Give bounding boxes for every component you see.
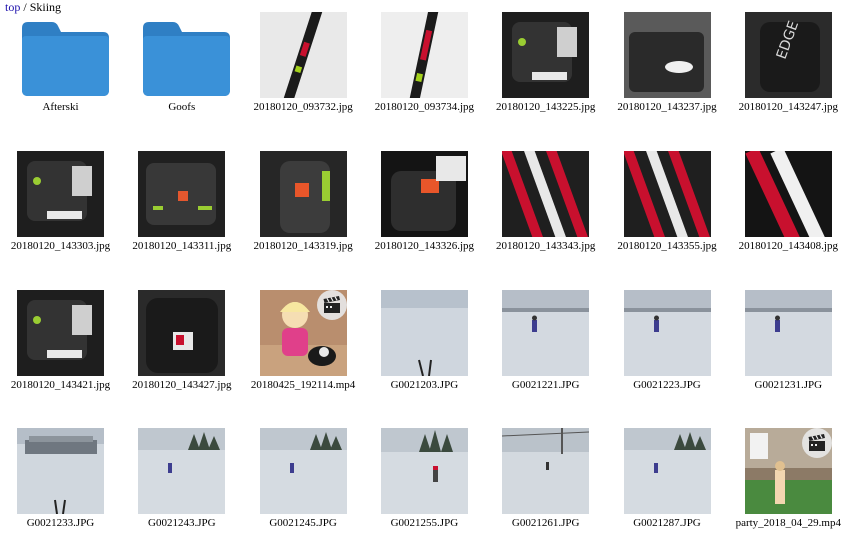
image-thumbnail	[259, 12, 347, 98]
file-name-label: G0021287.JPG	[633, 517, 701, 529]
file-name-label: G0021255.JPG	[390, 517, 459, 529]
folder-tile[interactable]: Afterski	[0, 0, 121, 134]
file-tile[interactable]: 20180120_143319.jpg	[243, 139, 364, 273]
file-tile[interactable]: 20180120_143408.jpg	[728, 139, 849, 273]
file-name-label: 20180120_143311.jpg	[132, 240, 232, 252]
image-thumbnail	[744, 290, 832, 376]
file-name-label: G0021245.JPG	[269, 517, 337, 529]
file-tile[interactable]: G0021243.JPG	[121, 416, 242, 550]
image-thumbnail	[502, 12, 590, 98]
file-name-label: Afterski	[42, 101, 79, 113]
file-name-label: G0021221.JPG	[511, 379, 580, 391]
file-tile[interactable]: 20180120_143355.jpg	[607, 139, 728, 273]
image-thumbnail	[380, 12, 468, 98]
file-tile[interactable]: 20180120_143427.jpg	[121, 278, 242, 412]
image-thumbnail	[623, 290, 711, 376]
file-tile[interactable]: 20180120_093734.jpg	[364, 0, 485, 134]
file-tile[interactable]: party_2018_04_29.mp4	[728, 416, 849, 550]
image-thumbnail: EDGE	[744, 12, 832, 98]
file-name-label: G0021231.JPG	[754, 379, 823, 391]
file-tile[interactable]: 20180120_143421.jpg	[0, 278, 121, 412]
file-tile[interactable]: 20180120_143225.jpg	[485, 0, 606, 134]
image-thumbnail	[502, 290, 590, 376]
file-name-label: 20180120_143247.jpg	[738, 101, 838, 113]
file-name-label: G0021233.JPG	[26, 517, 95, 529]
image-thumbnail	[138, 151, 226, 237]
file-name-label: 20180120_093732.jpg	[253, 101, 353, 113]
image-thumbnail	[744, 151, 832, 237]
file-name-label: 20180120_143303.jpg	[10, 240, 111, 252]
image-thumbnail	[380, 428, 468, 514]
file-name-label: 20180120_143427.jpg	[132, 379, 232, 391]
folder-icon	[22, 20, 109, 96]
file-name-label: G0021261.JPG	[511, 517, 580, 529]
file-grid: Afterski Goofs 20180120_093732.jpg 2018012…	[0, 0, 850, 536]
image-thumbnail	[138, 428, 226, 514]
file-tile[interactable]: 20180425_192114.mp4	[243, 278, 364, 412]
file-tile[interactable]: EDGE 20180120_143247.jpg	[728, 0, 849, 134]
file-name-label: G0021243.JPG	[148, 517, 216, 529]
file-tile[interactable]: 20180120_143237.jpg	[607, 0, 728, 134]
file-tile[interactable]: G0021221.JPG	[485, 278, 606, 412]
file-tile[interactable]: 20180120_143303.jpg	[0, 139, 121, 273]
file-tile[interactable]: 20180120_093732.jpg	[243, 0, 364, 134]
file-name-label: 20180120_143408.jpg	[738, 240, 838, 252]
file-tile[interactable]: G0021231.JPG	[728, 278, 849, 412]
file-tile[interactable]: G0021255.JPG	[364, 416, 485, 550]
image-thumbnail	[502, 151, 590, 237]
file-name-label: 20180120_143326.jpg	[374, 240, 475, 252]
file-tile[interactable]: G0021245.JPG	[243, 416, 364, 550]
video-clapper-icon	[801, 428, 832, 458]
file-name-label: 20180120_143343.jpg	[496, 240, 596, 252]
file-tile[interactable]: 20180120_143326.jpg	[364, 139, 485, 273]
file-name-label: 20180120_093734.jpg	[374, 101, 475, 113]
image-thumbnail	[380, 151, 468, 237]
video-thumbnail	[259, 290, 347, 376]
image-thumbnail	[502, 428, 590, 514]
file-name-label: 20180120_143421.jpg	[10, 379, 111, 391]
image-thumbnail	[259, 428, 347, 514]
folder-tile[interactable]: Goofs	[121, 0, 242, 134]
file-name-label: 20180120_143225.jpg	[496, 101, 596, 113]
image-thumbnail	[623, 12, 711, 98]
file-name-label: G0021203.JPG	[390, 379, 459, 391]
image-thumbnail	[623, 428, 711, 514]
file-tile[interactable]: 20180120_143311.jpg	[121, 139, 242, 273]
file-tile[interactable]: G0021287.JPG	[607, 416, 728, 550]
image-thumbnail	[623, 151, 711, 237]
image-thumbnail	[17, 290, 104, 376]
folder-icon	[143, 20, 231, 96]
image-thumbnail	[259, 151, 347, 237]
image-thumbnail	[380, 290, 468, 376]
file-name-label: G0021223.JPG	[633, 379, 701, 391]
file-name-label: 20180425_192114.mp4	[250, 379, 356, 391]
file-name-label: 20180120_143355.jpg	[617, 240, 717, 252]
video-clapper-icon	[316, 290, 347, 320]
image-thumbnail	[17, 151, 104, 237]
file-name-label: Goofs	[168, 101, 196, 113]
file-tile[interactable]: G0021261.JPG	[485, 416, 606, 550]
file-tile[interactable]: G0021233.JPG	[0, 416, 121, 550]
file-name-label: party_2018_04_29.mp4	[735, 517, 841, 529]
file-name-label: 20180120_143319.jpg	[253, 240, 353, 252]
image-thumbnail	[17, 428, 104, 514]
file-tile[interactable]: 20180120_143343.jpg	[485, 139, 606, 273]
file-name-label: 20180120_143237.jpg	[617, 101, 717, 113]
file-tile[interactable]: G0021223.JPG	[607, 278, 728, 412]
image-thumbnail	[138, 290, 226, 376]
video-thumbnail	[744, 428, 832, 514]
file-tile[interactable]: G0021203.JPG	[364, 278, 485, 412]
